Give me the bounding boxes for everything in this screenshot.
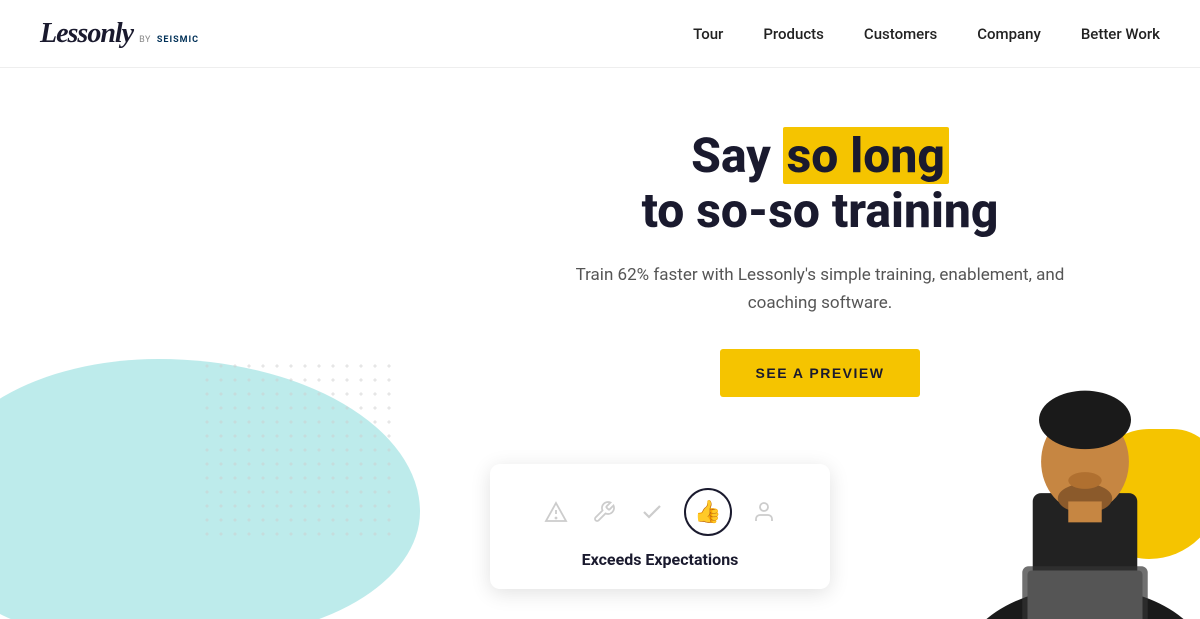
headline-suffix: to so-so training	[642, 182, 999, 239]
rating-icons-row: 👍	[510, 488, 810, 536]
rating-card: 👍 Exceeds Expectations	[490, 464, 830, 589]
nav-tour[interactable]: Tour	[693, 25, 723, 43]
hero-subtext: Train 62% faster with Lessonly's simple …	[560, 262, 1080, 316]
rating-icon-warning	[540, 496, 572, 528]
site-header: Lessonly by SEISMIC Tour Products Custom…	[0, 0, 1200, 68]
person-figure	[980, 319, 1200, 619]
rating-label: Exceeds Expectations	[510, 550, 810, 569]
rating-icon-thumbsup-active: 👍	[684, 488, 732, 536]
logo-partner: SEISMIC	[157, 35, 199, 45]
dot-pattern-decoration	[200, 359, 400, 539]
main-content: Say so long to so-so training Train 62% …	[0, 68, 1200, 619]
nav-customers[interactable]: Customers	[864, 25, 937, 43]
thumbsup-symbol: 👍	[694, 500, 721, 525]
rating-icon-check	[636, 496, 668, 528]
nav-products[interactable]: Products	[763, 25, 824, 43]
hero-headline: Say so long to so-so training	[560, 128, 1080, 238]
headline-prefix: Say	[691, 127, 783, 184]
headline-highlight: so long	[783, 127, 949, 184]
main-nav: Tour Products Customers Company Better W…	[693, 25, 1160, 43]
logo-by: by	[139, 35, 151, 45]
cta-button[interactable]: SEE A PREVIEW	[720, 349, 921, 397]
nav-better-work[interactable]: Better Work	[1081, 25, 1160, 43]
logo-brand: Lessonly	[40, 18, 133, 50]
rating-icon-wrench	[588, 496, 620, 528]
nav-company[interactable]: Company	[977, 25, 1041, 43]
logo: Lessonly by SEISMIC	[40, 18, 199, 50]
person-svg	[980, 319, 1200, 619]
rating-icon-person	[748, 496, 780, 528]
